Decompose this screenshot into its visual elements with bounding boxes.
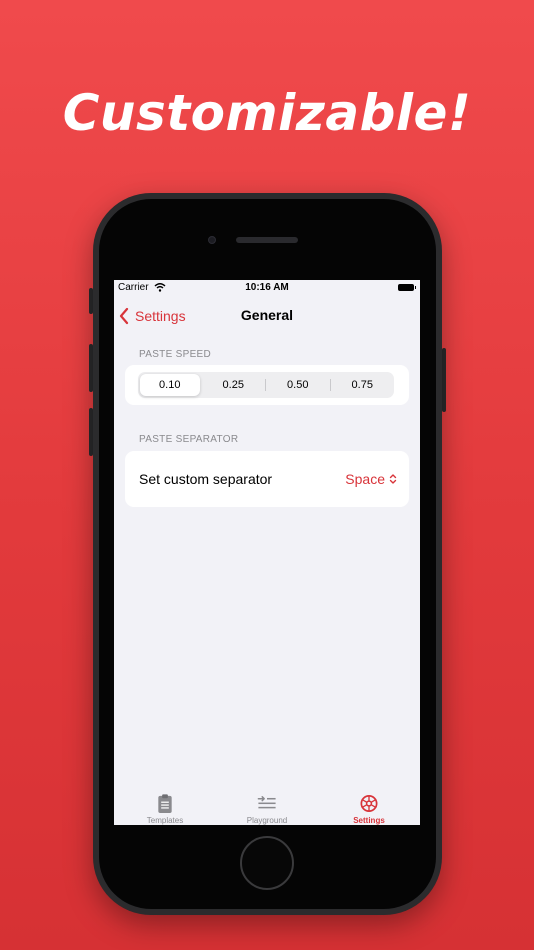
paste-speed-option-0.25[interactable]: 0.25 — [204, 374, 264, 396]
phone-power-button — [442, 348, 446, 412]
tab-settings[interactable]: Settings — [329, 785, 409, 825]
tab-templates[interactable]: Templates — [125, 785, 205, 825]
battery-icon — [398, 284, 416, 291]
earpiece-speaker — [236, 237, 298, 243]
gear-icon — [360, 795, 378, 812]
tab-label: Templates — [146, 816, 184, 825]
chevron-up-down-icon — [389, 474, 397, 484]
paste-speed-header: PASTE SPEED — [139, 349, 212, 360]
separator-picker[interactable]: Space — [345, 471, 397, 487]
page-title: General — [240, 307, 294, 323]
paste-speed-option-0.75[interactable]: 0.75 — [333, 374, 393, 396]
paste-speed-option-0.50[interactable]: 0.50 — [268, 374, 328, 396]
front-camera — [208, 236, 216, 244]
paste-speed-card: 0.10 0.25 0.50 0.75 — [125, 365, 409, 405]
status-bar: Carrier 10:16 AM — [114, 280, 420, 296]
playground-icon — [257, 796, 276, 809]
tab-playground[interactable]: Playground — [227, 785, 307, 825]
home-button[interactable] — [240, 836, 294, 890]
segment-divider — [329, 379, 331, 391]
separator-value: Space — [345, 471, 385, 487]
headline: Customizable! — [62, 84, 472, 142]
navigation-bar: Settings General — [114, 302, 420, 332]
segment-divider — [265, 379, 266, 391]
app-screen: Carrier 10:16 AM Settings General PASTE … — [114, 280, 420, 825]
custom-separator-row[interactable]: Set custom separator Space — [125, 451, 409, 507]
clipboard-icon — [158, 794, 172, 814]
tab-label: Settings — [353, 816, 385, 825]
paste-speed-segmented-control: 0.10 0.25 0.50 0.75 — [138, 372, 394, 398]
tab-bar: Templates Playground Settings — [114, 785, 420, 825]
paste-speed-option-0.10[interactable]: 0.10 — [140, 374, 200, 396]
tab-label: Playground — [246, 816, 288, 825]
paste-separator-header: PASTE SEPARATOR — [139, 434, 239, 445]
paste-separator-card: Set custom separator Space — [125, 451, 409, 507]
custom-separator-label: Set custom separator — [139, 471, 273, 487]
status-time: 10:16 AM — [245, 282, 289, 293]
